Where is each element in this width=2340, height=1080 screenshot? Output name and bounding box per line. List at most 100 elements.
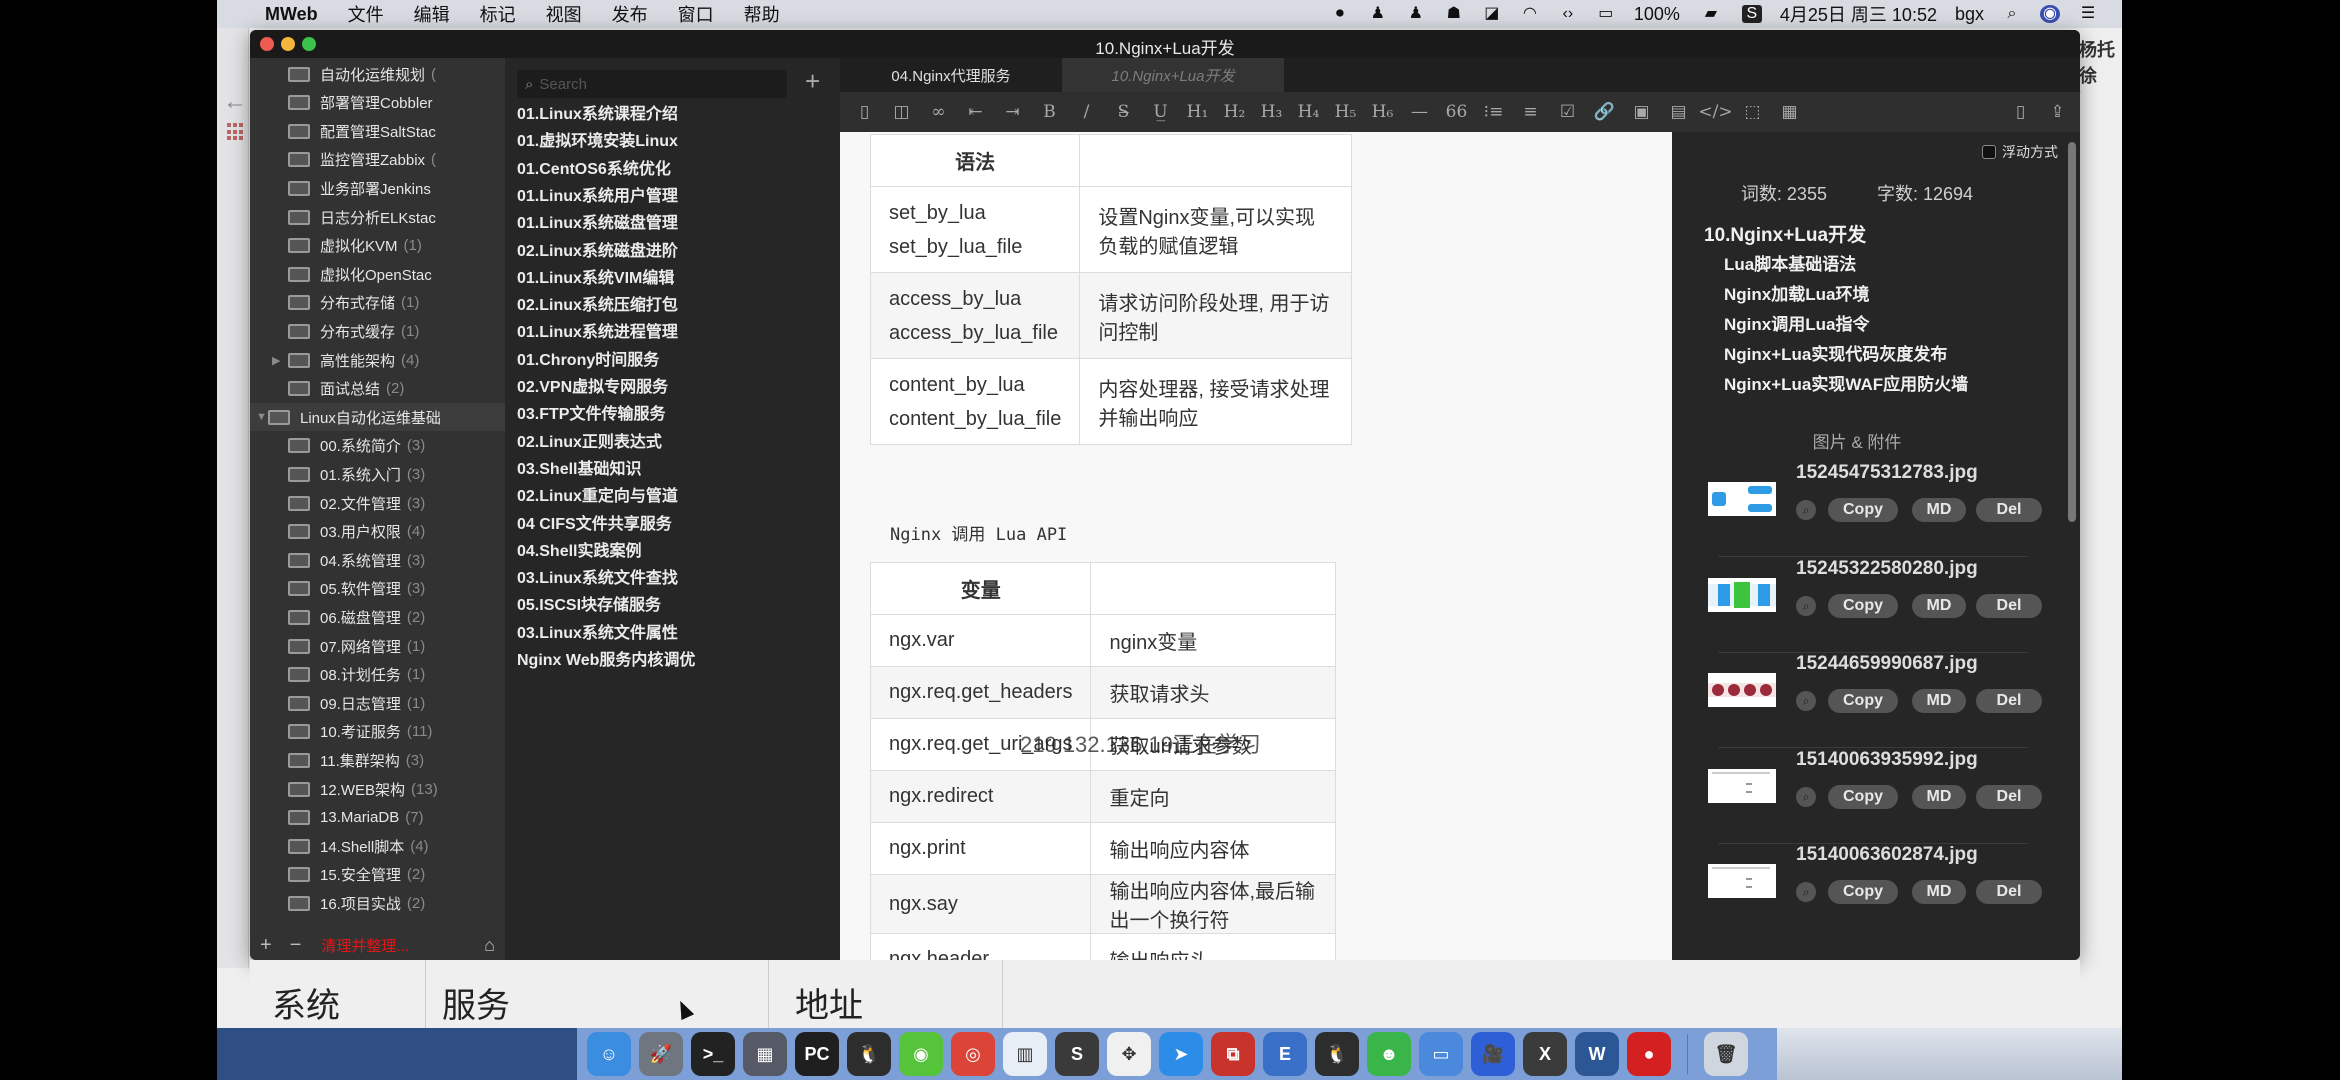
- siri-icon[interactable]: ◉: [2040, 5, 2060, 23]
- note-list-item[interactable]: 01.虚拟环境安装Linux: [517, 125, 678, 153]
- dock-app-parallels[interactable]: ⧉: [1211, 1032, 1255, 1076]
- code-icon[interactable]: ‹›: [1558, 5, 1578, 23]
- ordered-list-button[interactable]: ⁝≡: [1475, 102, 1512, 122]
- editor-preview[interactable]: 语法 set_by_lua set_by_lua_file 设置Nginx变量,可以…: [840, 132, 1672, 960]
- task-list-button[interactable]: ☑: [1549, 102, 1586, 122]
- dock-app-wechat-work[interactable]: ☻: [1367, 1032, 1411, 1076]
- attachment-button[interactable]: ▤: [1660, 102, 1697, 122]
- sidebar-item[interactable]: 13.MariaDB (7): [250, 804, 505, 832]
- copy-button[interactable]: Copy: [1828, 784, 1898, 809]
- dock-app-word[interactable]: W: [1575, 1032, 1619, 1076]
- delete-button[interactable]: Del: [1976, 880, 2042, 904]
- tab-nginx-proxy[interactable]: 04.Nginx代理服务: [840, 58, 1062, 92]
- note-list-item[interactable]: 02.Linux系统压缩打包: [517, 289, 678, 317]
- dock-app-pycharm[interactable]: PC: [795, 1032, 839, 1076]
- note-list-item[interactable]: 03.Shell基础知识: [517, 453, 641, 481]
- note-list-item[interactable]: 02.Linux重定向与管道: [517, 480, 678, 508]
- dock-app-sublime-text[interactable]: S: [1055, 1032, 1099, 1076]
- add-note-button[interactable]: +: [805, 66, 820, 97]
- unordered-list-button[interactable]: ≡: [1512, 102, 1549, 122]
- note-list-item[interactable]: 01.Linux系统课程介绍: [517, 98, 678, 126]
- window-titlebar[interactable]: 10.Nginx+Lua开发: [250, 30, 2080, 58]
- note-list-item[interactable]: 02.Linux正则表达式: [517, 426, 662, 454]
- menu-help[interactable]: 帮助: [744, 1, 780, 27]
- dock-app-editor-app[interactable]: E: [1263, 1032, 1307, 1076]
- copy-button[interactable]: Copy: [1828, 880, 1898, 904]
- underline-button[interactable]: U̲: [1142, 102, 1179, 122]
- strikethrough-button[interactable]: S̶: [1105, 102, 1142, 122]
- tab-nginx-lua[interactable]: 10.Nginx+Lua开发: [1062, 58, 1284, 92]
- code-button[interactable]: </>: [1697, 102, 1734, 122]
- sidebar-item[interactable]: ▼ Linux自动化运维基础: [250, 403, 505, 432]
- copy-button[interactable]: Copy: [1828, 593, 1898, 618]
- sidebar-item[interactable]: 00.系统简介 (3): [250, 432, 505, 460]
- sidebar-item[interactable]: 15.安全管理 (2): [250, 861, 505, 889]
- copy-button[interactable]: Copy: [1828, 689, 1898, 713]
- remove-category-button[interactable]: −: [290, 934, 302, 957]
- share-button[interactable]: ⇪: [2039, 102, 2076, 122]
- copy-button[interactable]: Copy: [1828, 498, 1898, 522]
- dock-app-stocks[interactable]: ▥: [1003, 1032, 1047, 1076]
- table-button[interactable]: ▦: [1771, 102, 1808, 122]
- sidebar-item[interactable]: 02.文件管理 (3): [250, 489, 505, 517]
- sidebar-item[interactable]: 06.磁盘管理 (2): [250, 603, 505, 631]
- mweb-icon[interactable]: ◪: [1482, 5, 1502, 23]
- note-list-item[interactable]: 03.Linux系统文件查找: [517, 562, 678, 590]
- md-button[interactable]: MD: [1912, 593, 1966, 618]
- dock-app-wechat[interactable]: ◉: [899, 1032, 943, 1076]
- toc-item[interactable]: Nginx加载Lua环境: [1704, 280, 1968, 310]
- sidebar-item[interactable]: 09.日志管理 (1): [250, 689, 505, 717]
- sidebar-item[interactable]: 虚拟化OpenStac: [250, 260, 505, 288]
- sidebar-item[interactable]: 16.项目实战 (2): [250, 889, 505, 917]
- h5-button[interactable]: H₅: [1327, 102, 1364, 122]
- sidebar-item[interactable]: 12.WEB架构 (13): [250, 775, 505, 803]
- sidebar-item[interactable]: 07.网络管理 (1): [250, 632, 505, 660]
- note-list-item[interactable]: 01.Linux系统VIM编辑: [517, 262, 674, 290]
- menu-view[interactable]: 视图: [546, 1, 582, 27]
- delete-button[interactable]: Del: [1976, 498, 2042, 522]
- disclosure-triangle-icon[interactable]: ▼: [256, 411, 267, 423]
- sidebar-item[interactable]: 10.考证服务 (11): [250, 718, 505, 746]
- delete-button[interactable]: Del: [1976, 689, 2042, 713]
- qq-icon[interactable]: ☗: [1444, 5, 1464, 23]
- dock-app-terminal[interactable]: >_: [691, 1032, 735, 1076]
- panel-scrollbar[interactable]: [2068, 142, 2076, 522]
- qq-icon[interactable]: ♟: [1368, 5, 1388, 23]
- note-list-item[interactable]: 01.Linux系统进程管理: [517, 316, 678, 344]
- note-list-item[interactable]: 03.FTP文件传输服务: [517, 398, 665, 426]
- attachment-thumbnail[interactable]: [1708, 768, 1776, 803]
- dock-app-tool-app[interactable]: ✥: [1107, 1032, 1151, 1076]
- screen-record-icon[interactable]: ⏺: [1330, 5, 1350, 23]
- sidebar-item[interactable]: 04.系统管理 (3): [250, 546, 505, 574]
- attachment-thumbnail[interactable]: [1708, 482, 1776, 516]
- h4-button[interactable]: H₄: [1290, 102, 1327, 122]
- split-view-button[interactable]: ◫: [883, 102, 920, 122]
- dock-app-qq[interactable]: 🐧: [847, 1032, 891, 1076]
- md-button[interactable]: MD: [1912, 689, 1966, 713]
- sidebar-item[interactable]: 虚拟化KVM (1): [250, 232, 505, 260]
- horizontal-rule-button[interactable]: —: [1401, 102, 1438, 122]
- indent-button[interactable]: ⇥: [994, 102, 1031, 122]
- sidebar-item[interactable]: 分布式缓存 (1): [250, 317, 505, 345]
- italic-button[interactable]: /: [1068, 102, 1105, 122]
- airplay-icon[interactable]: ▭: [1596, 5, 1616, 23]
- toc-item[interactable]: Lua脚本基础语法: [1704, 250, 1968, 280]
- menu-window[interactable]: 窗口: [678, 1, 714, 27]
- sidebar-item[interactable]: 14.Shell脚本 (4): [250, 832, 505, 860]
- note-list-item[interactable]: 01.Linux系统用户管理: [517, 180, 678, 208]
- qq-icon[interactable]: ♟: [1406, 5, 1426, 23]
- md-button[interactable]: MD: [1912, 880, 1966, 904]
- h3-button[interactable]: H₃: [1253, 102, 1290, 122]
- sidebar-item[interactable]: 配置管理SaltStac: [250, 117, 505, 145]
- dock-app-finder[interactable]: ☺: [587, 1032, 631, 1076]
- toc-item[interactable]: Nginx+Lua实现代码灰度发布: [1704, 340, 1968, 370]
- sidebar-item[interactable]: 分布式存储 (1): [250, 289, 505, 317]
- dock-app-feishu[interactable]: ➤: [1159, 1032, 1203, 1076]
- checkbox-box[interactable]: [1982, 145, 1996, 159]
- toc-item[interactable]: Nginx调用Lua指令: [1704, 310, 1968, 340]
- sidebar-item[interactable]: 05.软件管理 (3): [250, 575, 505, 603]
- preview-magnifier-icon[interactable]: ⌕: [1796, 500, 1816, 520]
- sidebar-item[interactable]: 01.系统入门 (3): [250, 460, 505, 488]
- battery-icon[interactable]: ▰: [1698, 5, 1724, 23]
- note-list-item[interactable]: Nginx Web服务内核调优: [517, 644, 695, 672]
